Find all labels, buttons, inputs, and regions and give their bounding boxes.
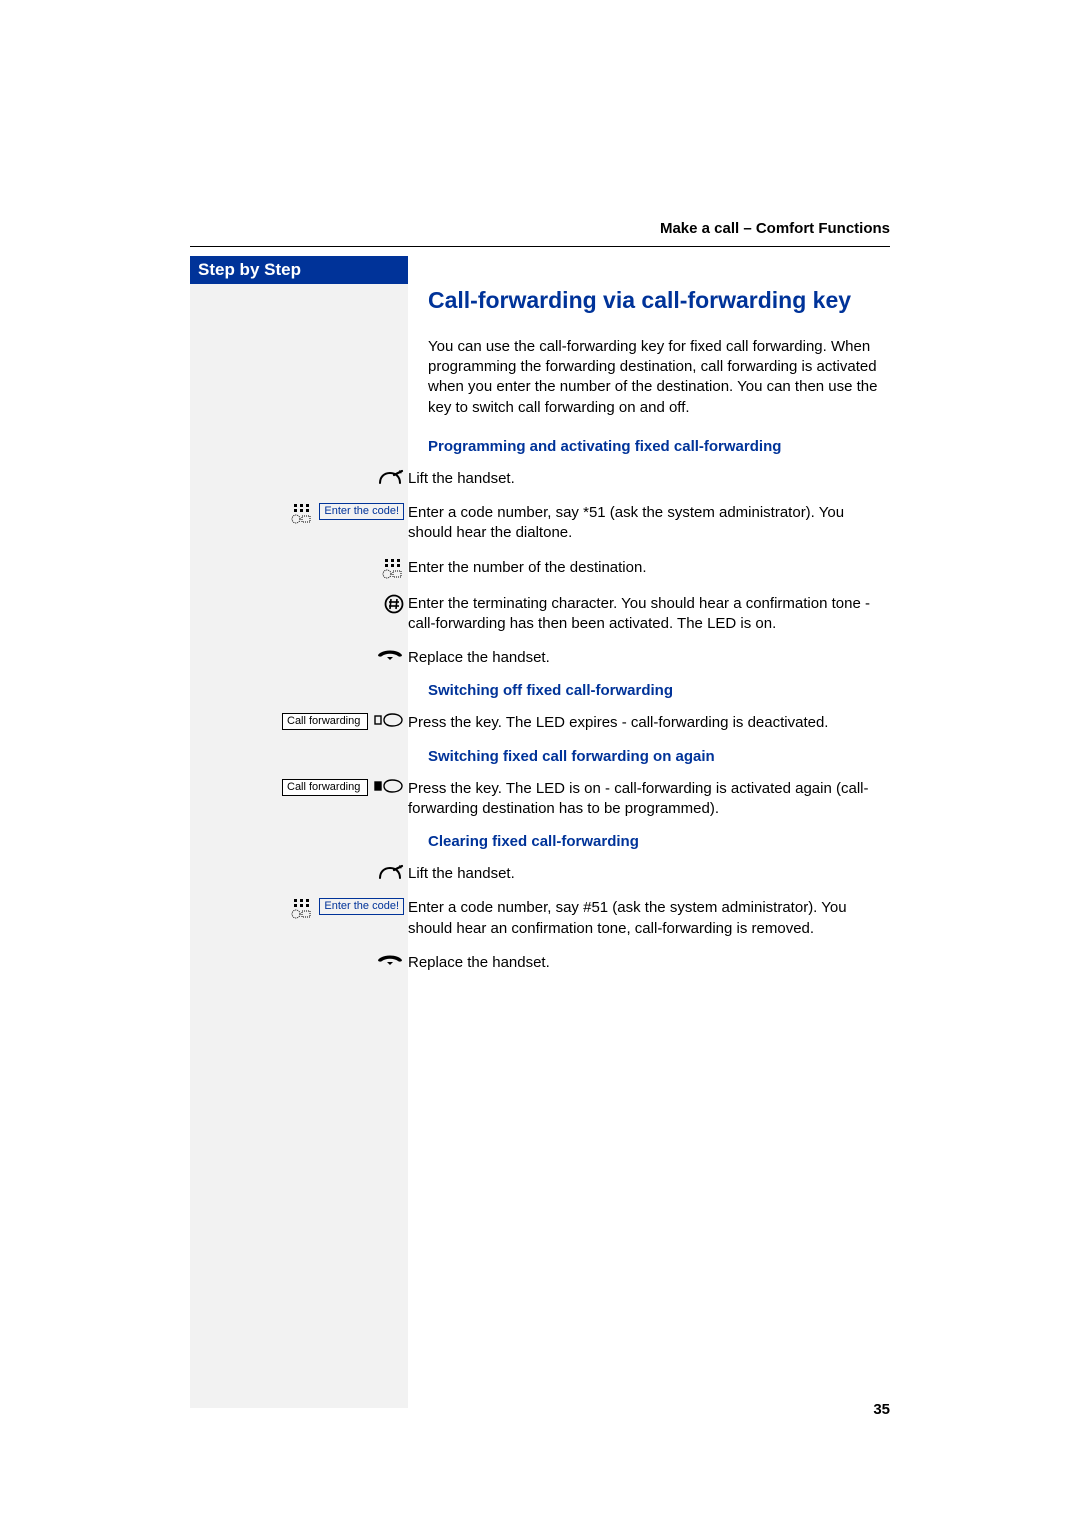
step-press-key-on: Call forwarding Press the key. The LED i… [428, 779, 890, 820]
section-heading: Call-forwarding via call-forwarding key [428, 286, 890, 315]
step-text: Enter the terminating character. You sho… [408, 594, 890, 635]
right-column: Call-forwarding via call-forwarding key … [408, 256, 890, 1408]
lift-handset-icon [376, 469, 404, 487]
icon-cell [190, 953, 408, 967]
step-text: Enter a code number, say *51 (ask the sy… [408, 503, 890, 544]
step-text: Press the key. The LED expires - call-fo… [408, 713, 890, 733]
left-column: Step by Step [190, 256, 408, 1408]
step-text: Press the key. The LED is on - call-forw… [408, 779, 890, 820]
content-columns: Step by Step Call-forwarding via call-fo… [190, 256, 890, 1408]
keypad-icon [382, 558, 404, 580]
step-press-key-off: Call forwarding Press the key. The LED e… [428, 713, 890, 733]
step-text: Enter the number of the destination. [408, 558, 890, 578]
icon-cell: Enter the code! [190, 898, 408, 920]
key-label-off: Call forwarding [282, 713, 368, 730]
icon-cell: Call forwarding [190, 713, 408, 730]
keypad-icon [291, 898, 313, 920]
step-text: Lift the handset. [408, 864, 890, 884]
step-enter-code-1: Enter the code! Enter a code number, say… [428, 503, 890, 544]
step-text: Replace the handset. [408, 648, 890, 668]
lift-handset-icon [376, 864, 404, 882]
display-enter-code: Enter the code! [319, 503, 404, 520]
sub-heading-switch-on: Switching fixed call forwarding on again [428, 748, 890, 765]
replace-handset-icon [376, 648, 404, 662]
section-intro: You can use the call-forwarding key for … [428, 337, 890, 418]
icon-cell [190, 864, 408, 882]
icon-cell [190, 469, 408, 487]
icon-cell [190, 594, 408, 614]
icon-cell [190, 648, 408, 662]
key-label-on: Call forwarding [282, 779, 368, 796]
step-lift-1: Lift the handset. [428, 469, 890, 489]
led-off-icon [374, 713, 404, 727]
sub-heading-programming: Programming and activating fixed call-fo… [428, 438, 890, 455]
step-enter-dest: Enter the number of the destination. [428, 558, 890, 580]
step-enter-code-2: Enter the code! Enter a code number, say… [428, 898, 890, 939]
header-divider [190, 246, 890, 247]
page-number: 35 [873, 1401, 890, 1418]
icon-cell [190, 558, 408, 580]
step-text: Replace the handset. [408, 953, 890, 973]
step-replace-1: Replace the handset. [428, 648, 890, 668]
running-header: Make a call – Comfort Functions [660, 220, 890, 237]
hash-key-icon [384, 594, 404, 614]
led-on-icon [374, 779, 404, 793]
step-text: Lift the handset. [408, 469, 890, 489]
step-lift-2: Lift the handset. [428, 864, 890, 884]
step-text: Enter a code number, say #51 (ask the sy… [408, 898, 890, 939]
sub-heading-switch-off: Switching off fixed call-forwarding [428, 682, 890, 699]
sidebar-title: Step by Step [190, 256, 408, 284]
display-enter-code-2: Enter the code! [319, 898, 404, 915]
sub-heading-clearing: Clearing fixed call-forwarding [428, 833, 890, 850]
keypad-icon [291, 503, 313, 525]
step-replace-2: Replace the handset. [428, 953, 890, 973]
sidebar-stripe [190, 284, 408, 1408]
step-terminator: Enter the terminating character. You sho… [428, 594, 890, 635]
icon-cell: Call forwarding [190, 779, 408, 796]
icon-cell: Enter the code! [190, 503, 408, 525]
page: Make a call – Comfort Functions Step by … [0, 0, 1080, 1528]
replace-handset-icon [376, 953, 404, 967]
